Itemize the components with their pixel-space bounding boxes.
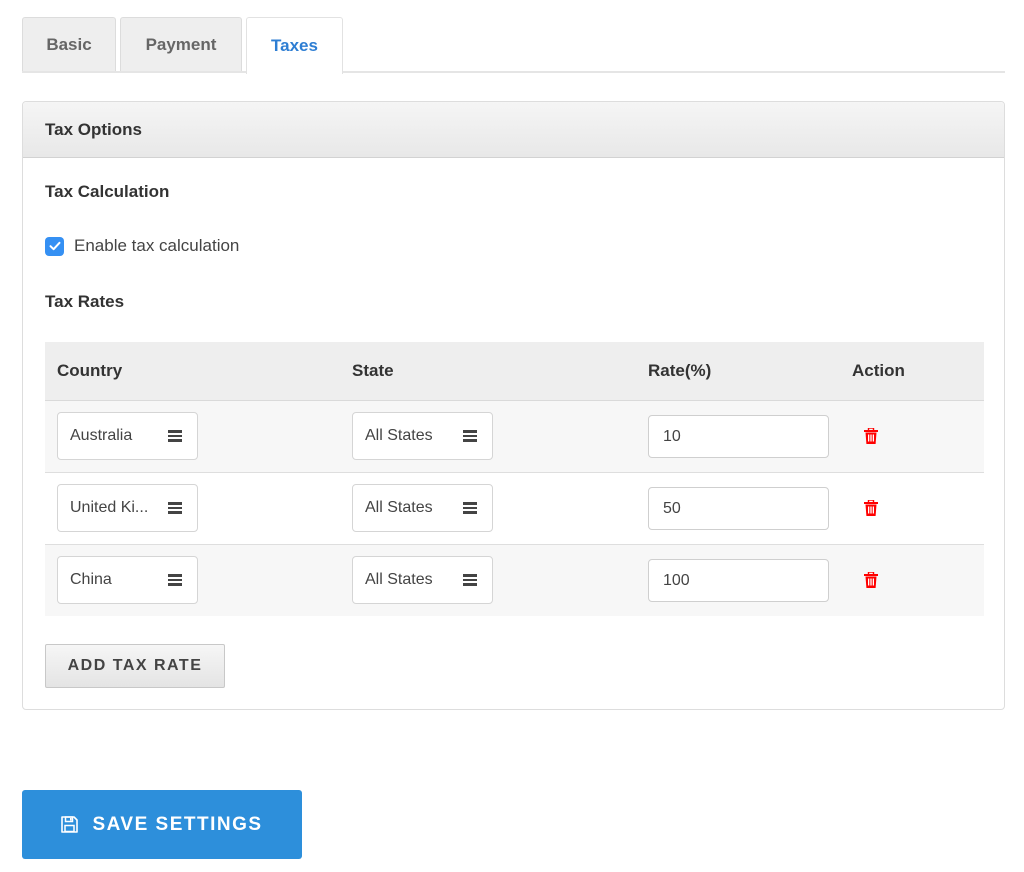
enable-tax-calculation-checkbox[interactable] xyxy=(45,236,64,256)
state-select-value: All States xyxy=(365,499,433,516)
state-select-value: All States xyxy=(365,571,433,588)
tax-calculation-heading: Tax Calculation xyxy=(45,182,170,201)
enable-tax-calculation-label: Enable tax calculation xyxy=(74,236,240,255)
panel-title: Tax Options xyxy=(23,102,1004,158)
country-select[interactable]: China xyxy=(57,556,198,604)
tab-taxes[interactable]: Taxes xyxy=(246,17,343,74)
rate-input[interactable] xyxy=(648,487,829,530)
tab-basic[interactable]: Basic xyxy=(22,17,116,71)
menu-icon xyxy=(463,574,477,586)
delete-trash-icon[interactable] xyxy=(864,572,878,588)
state-select[interactable]: All States xyxy=(352,484,493,532)
state-select[interactable]: All States xyxy=(352,412,493,460)
state-select[interactable]: All States xyxy=(352,556,493,604)
state-select-value: All States xyxy=(365,427,433,444)
tab-payment[interactable]: Payment xyxy=(120,17,242,71)
menu-icon xyxy=(463,502,477,514)
tax-options-panel: Tax Options Tax Calculation Enable tax c… xyxy=(22,101,1005,710)
tabs-divider xyxy=(22,71,1005,73)
delete-trash-icon[interactable] xyxy=(864,428,878,444)
delete-trash-icon[interactable] xyxy=(864,500,878,516)
menu-icon xyxy=(168,430,182,442)
menu-icon xyxy=(168,574,182,586)
tax-rates-table: Country State Rate(%) Action Australia A… xyxy=(45,342,984,616)
save-settings-label: SAVE SETTINGS xyxy=(92,813,263,835)
column-header-action: Action xyxy=(852,361,905,380)
rate-input[interactable] xyxy=(648,559,829,602)
country-select-value: Australia xyxy=(70,427,133,444)
tax-rates-heading: Tax Rates xyxy=(45,292,125,311)
settings-tabs: Basic Payment Taxes xyxy=(22,16,1005,74)
column-header-state: State xyxy=(352,361,394,380)
floppy-disk-icon xyxy=(61,816,79,833)
column-header-rate: Rate(%) xyxy=(648,361,712,380)
menu-icon xyxy=(463,430,477,442)
menu-icon xyxy=(168,502,182,514)
table-row: United Ki... All States xyxy=(45,473,984,545)
rate-input[interactable] xyxy=(648,415,829,458)
table-row: China All States xyxy=(45,545,984,616)
checkmark-icon xyxy=(49,241,60,251)
country-select-value: China xyxy=(70,571,112,588)
add-tax-rate-button[interactable]: ADD TAX RATE xyxy=(45,644,225,688)
table-row: Australia All States xyxy=(45,401,984,473)
country-select-value: United Ki... xyxy=(70,499,149,516)
country-select[interactable]: United Ki... xyxy=(57,484,198,532)
enable-tax-calculation-row[interactable]: Enable tax calculation xyxy=(45,236,239,256)
column-header-country: Country xyxy=(57,361,123,380)
country-select[interactable]: Australia xyxy=(57,412,198,460)
table-header: Country State Rate(%) Action xyxy=(45,342,984,401)
save-settings-button[interactable]: SAVE SETTINGS xyxy=(22,790,302,859)
